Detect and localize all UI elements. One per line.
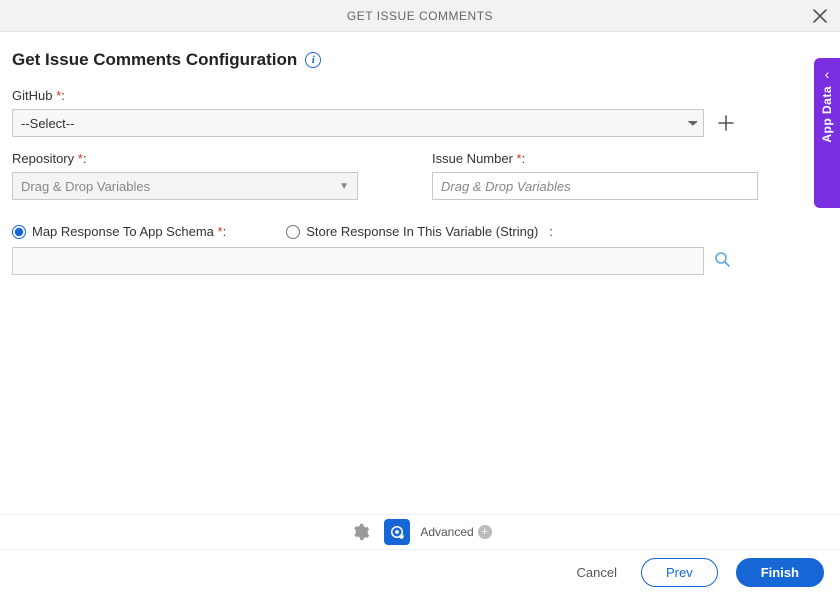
repository-label: Repository *:: [12, 151, 408, 166]
store-response-radio-input[interactable]: [286, 225, 300, 239]
footer: Cancel Prev Finish: [0, 550, 840, 594]
issue-number-field: Issue Number *:: [432, 151, 828, 200]
close-button[interactable]: [808, 4, 832, 28]
chevron-down-icon: ▼: [339, 181, 349, 192]
add-github-button[interactable]: [714, 111, 738, 135]
issue-number-label: Issue Number *:: [432, 151, 828, 166]
lookup-button[interactable]: [714, 251, 730, 272]
map-response-radio[interactable]: Map Response To App Schema *:: [12, 224, 226, 239]
chevron-left-icon: ‹: [825, 66, 830, 82]
github-field: GitHub *: --Select--: [12, 88, 828, 137]
finish-button[interactable]: Finish: [736, 558, 824, 587]
store-response-radio[interactable]: Store Response In This Variable (String)…: [286, 224, 553, 239]
advanced-toggle[interactable]: Advanced +: [420, 525, 491, 539]
issue-number-input[interactable]: [432, 172, 758, 200]
settings-button[interactable]: [348, 519, 374, 545]
repository-placeholder: Drag & Drop Variables: [21, 179, 150, 194]
repository-field: Repository *: Drag & Drop Variables ▼: [12, 151, 408, 200]
gear-icon: [352, 523, 370, 541]
prev-button[interactable]: Prev: [641, 558, 718, 587]
cancel-button[interactable]: Cancel: [571, 564, 623, 581]
app-data-panel-toggle[interactable]: ‹ App Data: [814, 58, 840, 208]
config-form: Get Issue Comments Configuration i GitHu…: [0, 32, 840, 275]
app-data-label: App Data: [820, 86, 834, 143]
info-icon[interactable]: i: [305, 52, 321, 68]
search-icon: [714, 251, 730, 267]
response-target-input[interactable]: [12, 247, 704, 275]
close-icon: [813, 9, 827, 23]
plus-circle-icon: +: [478, 525, 492, 539]
github-select[interactable]: --Select--: [12, 109, 704, 137]
repository-combo[interactable]: Drag & Drop Variables ▼: [12, 172, 358, 200]
bottom-toolbar: Advanced +: [0, 514, 840, 550]
heading-row: Get Issue Comments Configuration i: [12, 50, 828, 70]
github-label: GitHub *:: [12, 88, 828, 103]
page-heading: Get Issue Comments Configuration: [12, 50, 297, 70]
plus-icon: [718, 115, 734, 131]
connection-button[interactable]: [384, 519, 410, 545]
titlebar: GET ISSUE COMMENTS: [0, 0, 840, 32]
response-mode-group: Map Response To App Schema *: Store Resp…: [12, 224, 828, 239]
map-response-radio-input[interactable]: [12, 225, 26, 239]
dialog-title: GET ISSUE COMMENTS: [347, 9, 493, 23]
connection-icon: [388, 523, 406, 541]
